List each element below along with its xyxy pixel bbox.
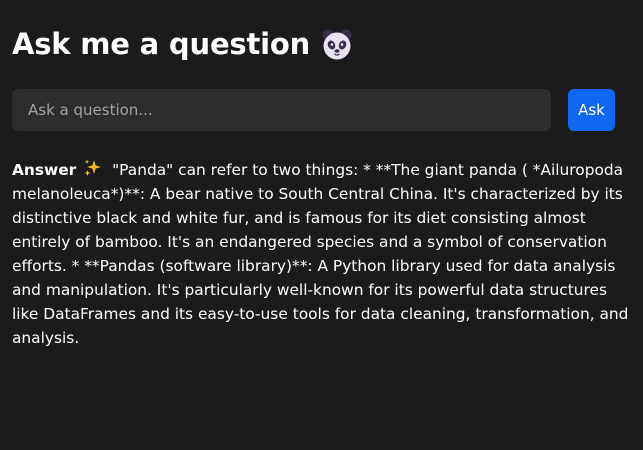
panda-face-icon [320,27,354,61]
answer-block: Answer "Panda" can refer to two things: … [12,158,632,350]
page-title: Ask me a question [12,24,354,64]
sparkles-icon [83,158,103,178]
answer-label: Answer [12,161,77,179]
page-title-text: Ask me a question [12,27,311,61]
question-form: Ask [12,89,615,131]
question-input[interactable] [12,89,551,131]
answer-text: "Panda" can refer to two things: * **The… [12,161,629,347]
ask-button[interactable]: Ask [568,89,615,131]
